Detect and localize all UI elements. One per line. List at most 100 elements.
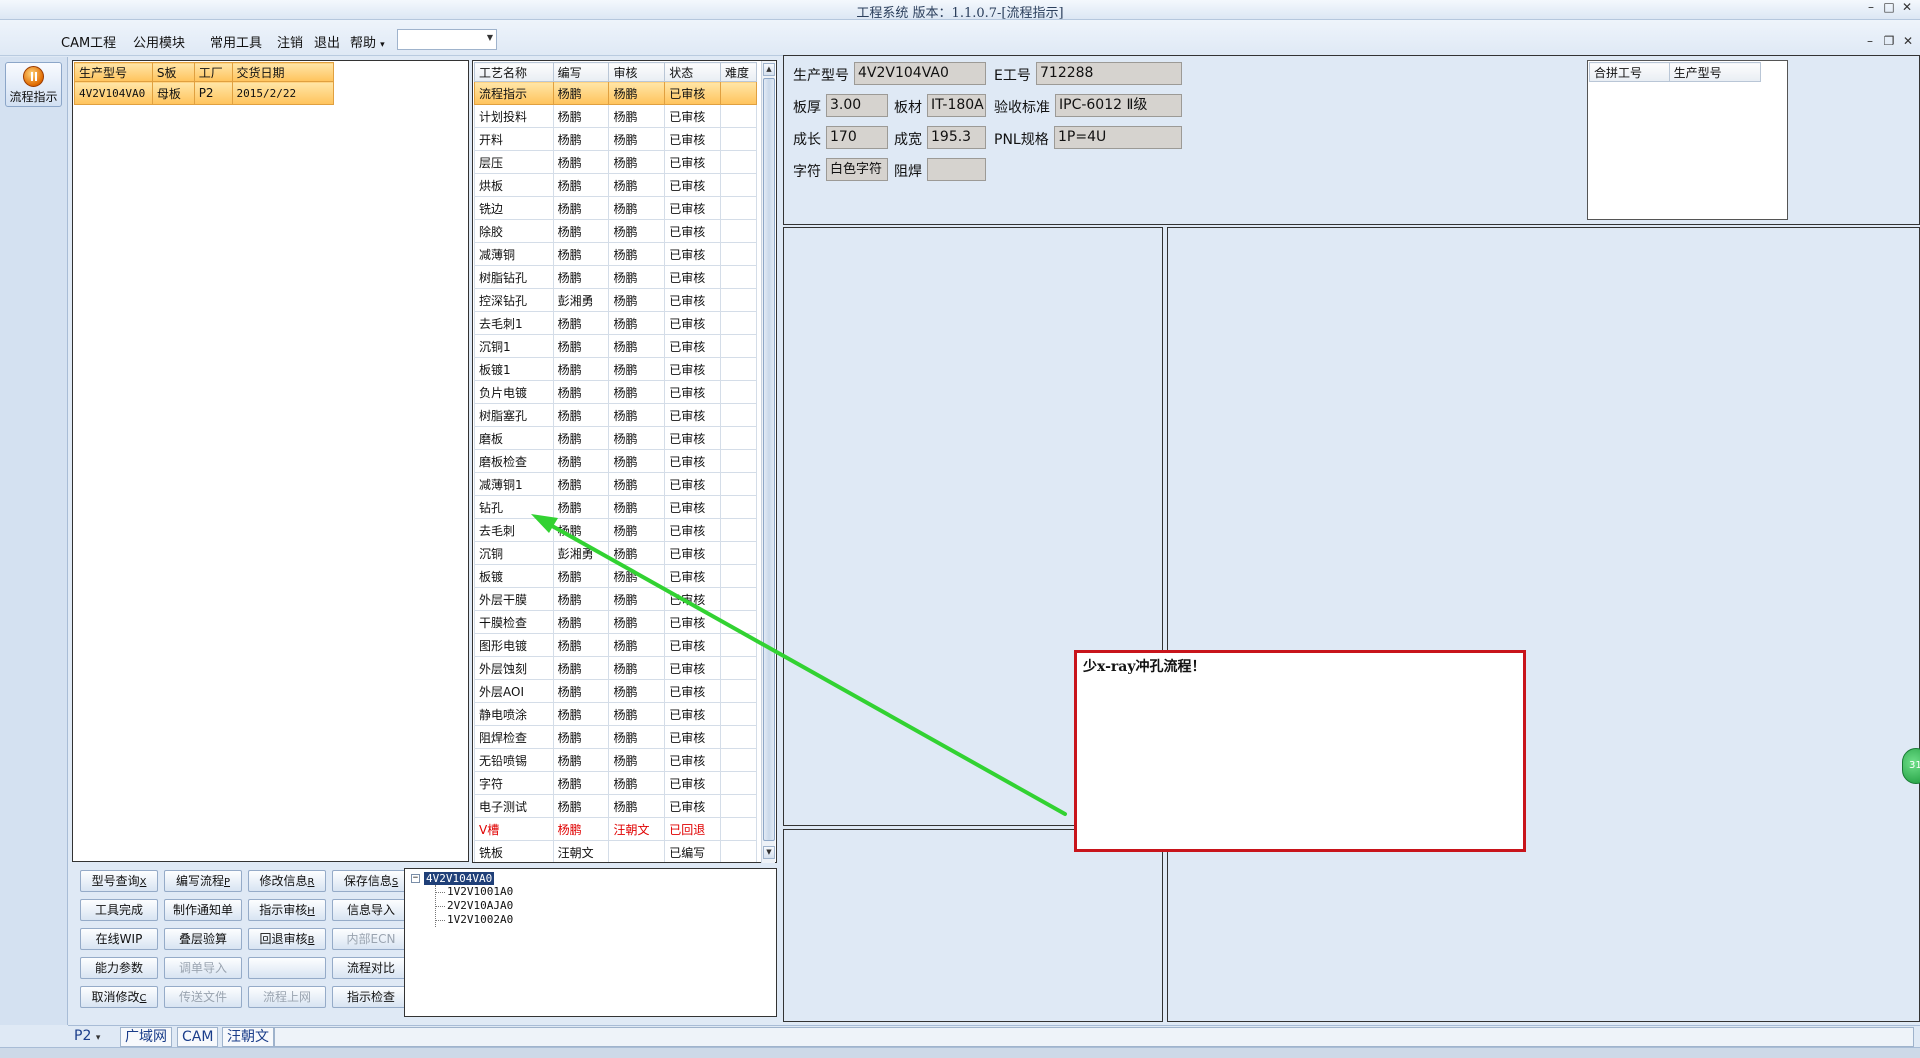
table-row[interactable]: 控深钻孔 彭湘勇 杨鹏 已审核 — [474, 288, 757, 312]
action-button-7[interactable]: 信息导入 — [332, 899, 410, 921]
process-header-writer[interactable]: 编写 — [552, 62, 610, 82]
tree-root-node[interactable]: 4V2V104VA0 — [424, 872, 495, 885]
table-row[interactable]: 流程指示 杨鹏 杨鹏 已审核 — [474, 81, 757, 105]
maximize-button[interactable]: □ — [1880, 0, 1898, 14]
action-button-13[interactable]: 调单导入 — [164, 957, 242, 979]
tree-child-node[interactable]: 2V2V10AJA0 — [447, 899, 513, 912]
collapse-icon[interactable]: − — [411, 874, 420, 883]
table-row[interactable]: 铣边 杨鹏 杨鹏 已审核 — [474, 196, 757, 220]
table-row[interactable]: 树脂钻孔 杨鹏 杨鹏 已审核 — [474, 265, 757, 289]
action-button-1[interactable]: 编写流程P — [164, 870, 242, 892]
table-row[interactable]: 电子测试 杨鹏 杨鹏 已审核 — [474, 794, 757, 818]
table-row[interactable]: 开料 杨鹏 杨鹏 已审核 — [474, 127, 757, 151]
model-header-factory[interactable]: 工厂 — [193, 62, 233, 82]
tree-child-node[interactable]: 1V2V1001A0 — [447, 885, 513, 898]
table-row[interactable]: 板镀1 杨鹏 杨鹏 已审核 — [474, 357, 757, 381]
table-row[interactable]: 除胶 杨鹏 杨鹏 已审核 — [474, 219, 757, 243]
action-button-4[interactable]: 工具完成 — [80, 899, 158, 921]
table-row[interactable]: 钻孔 杨鹏 杨鹏 已审核 — [474, 495, 757, 519]
action-button-0[interactable]: 型号查询X — [80, 870, 158, 892]
action-button-15[interactable]: 流程对比 — [332, 957, 410, 979]
table-row[interactable]: 磨板 杨鹏 杨鹏 已审核 — [474, 426, 757, 450]
table-row[interactable]: 阻焊检查 杨鹏 杨鹏 已审核 — [474, 725, 757, 749]
table-row[interactable]: 计划投料 杨鹏 杨鹏 已审核 — [474, 104, 757, 128]
standard-field[interactable]: IPC-6012 Ⅱ级 — [1055, 94, 1182, 117]
action-button-3[interactable]: 保存信息S — [332, 870, 410, 892]
table-row[interactable]: 外层干膜 杨鹏 杨鹏 已审核 — [474, 587, 757, 611]
action-button-19[interactable]: 指示检查 — [332, 986, 410, 1008]
action-button-12[interactable]: 能力参数 — [80, 957, 158, 979]
merge-header-job[interactable]: 合拼工号 — [1589, 62, 1670, 82]
tree-child-node[interactable]: 1V2V1002A0 — [447, 913, 513, 926]
menu-combo-box[interactable]: ▼ — [397, 29, 497, 50]
menu-logout[interactable]: 注销 — [277, 32, 303, 51]
minimize-button[interactable]: – — [1862, 0, 1880, 14]
action-button-14[interactable] — [248, 957, 326, 979]
table-row[interactable]: 沉铜1 杨鹏 杨鹏 已审核 — [474, 334, 757, 358]
model-header-delivery[interactable]: 交货日期 — [231, 62, 335, 82]
table-row[interactable]: V槽 杨鹏 汪朝文 已回退 — [474, 817, 757, 841]
solder-mask-field[interactable] — [927, 158, 986, 181]
table-row[interactable]: 板镀 杨鹏 杨鹏 已审核 — [474, 564, 757, 588]
action-button-18[interactable]: 流程上网 — [248, 986, 326, 1008]
mdi-minimize-button[interactable]: – — [1862, 34, 1878, 48]
table-row[interactable]: 4V2V104VA0 母板 P2 2015/2/22 — [74, 81, 335, 105]
pnl-field[interactable]: 1P=4U — [1054, 126, 1182, 149]
process-header-name[interactable]: 工艺名称 — [474, 62, 554, 82]
table-row[interactable]: 层压 杨鹏 杨鹏 已审核 — [474, 150, 757, 174]
table-row[interactable]: 外层AOI 杨鹏 杨鹏 已审核 — [474, 679, 757, 703]
width-field[interactable]: 195.3 — [927, 126, 986, 149]
scroll-up-icon[interactable]: ▲ — [763, 63, 775, 76]
action-button-8[interactable]: 在线WIP — [80, 928, 158, 950]
mdi-restore-button[interactable]: ❐ — [1881, 34, 1897, 48]
table-row[interactable]: 减薄铜 杨鹏 杨鹏 已审核 — [474, 242, 757, 266]
action-button-2[interactable]: 修改信息R — [248, 870, 326, 892]
thickness-field[interactable]: 3.00 — [826, 94, 888, 117]
action-button-16[interactable]: 取消修改C — [80, 986, 158, 1008]
scroll-down-icon[interactable]: ▼ — [763, 846, 775, 859]
action-button-10[interactable]: 回退审核B — [248, 928, 326, 950]
close-button[interactable]: ✕ — [1898, 0, 1916, 14]
menu-exit[interactable]: 退出 — [314, 32, 340, 51]
process-header-status[interactable]: 状态 — [664, 62, 722, 82]
table-row[interactable]: 磨板检查 杨鹏 杨鹏 已审核 — [474, 449, 757, 473]
action-button-11[interactable]: 内部ECN — [332, 928, 410, 950]
process-header-reviewer[interactable]: 审核 — [608, 62, 666, 82]
menu-common-module[interactable]: 公用模块 — [133, 32, 185, 51]
model-field[interactable]: 4V2V104VA0 — [854, 62, 986, 85]
table-row[interactable]: 去毛刺1 杨鹏 杨鹏 已审核 — [474, 311, 757, 335]
model-header-sboard[interactable]: S板 — [151, 62, 195, 82]
table-row[interactable]: 干膜检查 杨鹏 杨鹏 已审核 — [474, 610, 757, 634]
table-row[interactable]: 减薄铜1 杨鹏 杨鹏 已审核 — [474, 472, 757, 496]
menu-tools[interactable]: 常用工具 — [210, 32, 262, 51]
table-row[interactable]: 树脂塞孔 杨鹏 杨鹏 已审核 — [474, 403, 757, 427]
factory-selector[interactable]: P2 ▾ — [70, 1027, 120, 1047]
mdi-close-button[interactable]: ✕ — [1900, 34, 1916, 48]
character-field[interactable]: 白色字符 — [826, 158, 888, 181]
table-row[interactable]: 无铅喷锡 杨鹏 杨鹏 已审核 — [474, 748, 757, 772]
side-badge[interactable]: 31 — [1902, 748, 1920, 784]
scroll-thumb[interactable] — [763, 78, 775, 841]
table-row[interactable]: 外层蚀刻 杨鹏 杨鹏 已审核 — [474, 656, 757, 680]
e-number-field[interactable]: 712288 — [1036, 62, 1182, 85]
length-field[interactable]: 170 — [826, 126, 888, 149]
table-row[interactable]: 负片电镀 杨鹏 杨鹏 已审核 — [474, 380, 757, 404]
menu-cam[interactable]: CAM工程 — [61, 32, 116, 51]
table-row[interactable]: 图形电镀 杨鹏 杨鹏 已审核 — [474, 633, 757, 657]
table-row[interactable]: 字符 杨鹏 杨鹏 已审核 — [474, 771, 757, 795]
flow-instruction-nav-button[interactable]: 流程指示 — [5, 62, 62, 107]
process-header-difficulty[interactable]: 难度 — [720, 62, 757, 82]
menu-help[interactable]: 帮助 ▾ — [350, 32, 385, 51]
action-button-5[interactable]: 制作通知单 — [164, 899, 242, 921]
action-button-17[interactable]: 传送文件 — [164, 986, 242, 1008]
process-grid-scrollbar[interactable]: ▲ ▼ — [761, 61, 775, 863]
material-field[interactable]: IT-180A — [927, 94, 986, 117]
table-row[interactable]: 去毛刺 杨鹏 杨鹏 已审核 — [474, 518, 757, 542]
merge-header-model[interactable]: 生产型号 — [1668, 62, 1762, 82]
model-header-model[interactable]: 生产型号 — [74, 62, 153, 82]
table-row[interactable]: 沉铜 彭湘勇 杨鹏 已审核 — [474, 541, 757, 565]
action-button-9[interactable]: 叠层验算 — [164, 928, 242, 950]
table-row[interactable]: 铣板 汪朝文 已编写 — [474, 840, 757, 862]
table-row[interactable]: 静电喷涂 杨鹏 杨鹏 已审核 — [474, 702, 757, 726]
action-button-6[interactable]: 指示审核H — [248, 899, 326, 921]
